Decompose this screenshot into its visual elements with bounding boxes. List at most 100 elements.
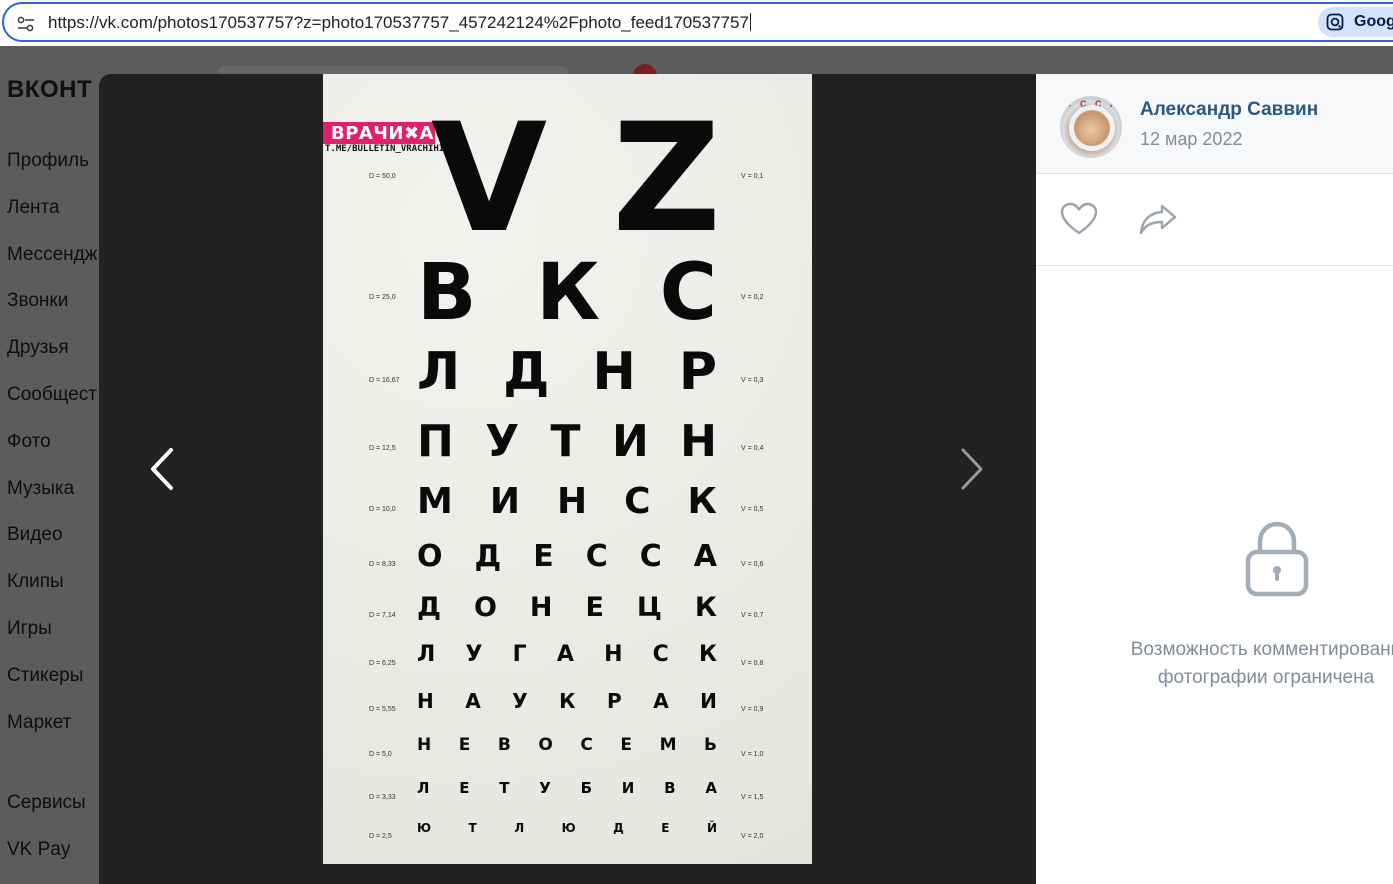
acuity-label: V = 0,8 (741, 660, 764, 667)
brand-link: T.ME/BULLETIN_VRACHIHI (325, 144, 445, 154)
chart-letters: ОДЕССА (417, 542, 717, 572)
chart-letter: С (659, 248, 717, 338)
sidebar-item-feed[interactable]: Лента (7, 197, 97, 244)
sidebar-item-messenger[interactable]: Мессендж (7, 244, 97, 291)
chart-letters: НАУКРАИ (417, 691, 717, 711)
avatar-helmet (1069, 105, 1115, 151)
chart-letter: И (611, 416, 649, 467)
chart-letter: Л (514, 821, 525, 835)
chart-letter: Й (706, 821, 717, 835)
avatar[interactable]: С С С Р (1060, 96, 1122, 158)
chart-letter: В (664, 779, 676, 797)
distance-label: D = 6,25 (369, 660, 396, 667)
sidebar-item-video[interactable]: Видео (7, 524, 97, 571)
lens-label: Goog (1354, 13, 1393, 30)
sidebar-item-calls[interactable]: Звонки (7, 290, 97, 337)
chart-letter: А (705, 779, 717, 797)
acuity-label: V = 1,0 (741, 751, 764, 758)
site-settings-icon[interactable] (16, 14, 36, 34)
distance-label: D = 12,5 (369, 445, 396, 452)
acuity-label: V = 0,4 (741, 445, 764, 452)
chart-letter: У (512, 689, 528, 713)
acuity-label: V = 0,2 (741, 294, 764, 301)
sidebar-item-photos[interactable]: Фото (7, 431, 97, 478)
chart-letters: ВКС (417, 254, 717, 332)
chart-letters: VZ (431, 104, 721, 254)
chart-letter: О (417, 539, 443, 574)
chart-letters: ЮТЛЮДЕЙ (417, 822, 717, 834)
sidebar-item-clips[interactable]: Клипы (7, 571, 97, 618)
distance-label: D = 25,0 (369, 294, 396, 301)
chart-letter: Т (550, 416, 581, 467)
lock-icon (1245, 521, 1309, 597)
chart-letter: К (694, 592, 717, 623)
chart-letter: К (699, 642, 717, 667)
distance-label: D = 5,55 (369, 706, 396, 713)
sidebar-item-friends[interactable]: Друзья (7, 337, 97, 384)
sidebar-item-vk-pay[interactable]: VK Pay (7, 839, 86, 884)
chart-letter: Д (417, 592, 442, 623)
chart-letter: С (652, 642, 669, 667)
chart-letter: Е (661, 821, 670, 835)
chart-letter: П (417, 416, 454, 467)
distance-label: D = 3,33 (369, 794, 396, 801)
chart-letters: ЛУГАНСК (417, 644, 717, 666)
chart-letter: К (687, 481, 717, 522)
chart-letter: К (559, 689, 576, 713)
chart-letters: МИНСК (417, 484, 717, 520)
sidebar-item-games[interactable]: Игры (7, 618, 97, 665)
distance-label: D = 16,67 (369, 377, 400, 384)
sidebar-item-services[interactable]: Сервисы (7, 792, 86, 839)
chart-letter: К (536, 248, 600, 338)
distance-label: D = 50,0 (369, 173, 396, 180)
acuity-label: V = 0,9 (741, 706, 764, 713)
google-lens-chip[interactable]: Goog (1318, 7, 1393, 37)
author-header: С С С Р Александр Саввин 12 мар 2022 (1036, 74, 1393, 174)
sidebar-item-profile[interactable]: Профиль (7, 150, 97, 197)
acuity-label: V = 1,5 (741, 794, 764, 801)
chart-letter: Л (417, 642, 436, 667)
heart-icon[interactable] (1060, 202, 1098, 236)
chevron-left-icon[interactable] (143, 444, 183, 494)
chart-letter: Ь (704, 735, 717, 755)
sidebar-item-communities[interactable]: Сообщест (7, 384, 97, 431)
chart-letter: Е (458, 735, 471, 755)
address-bar[interactable]: https://vk.com/photos170537757?z=photo17… (2, 2, 1393, 42)
photo-info-panel: С С С Р Александр Саввин 12 мар 2022 Воз… (1036, 74, 1393, 884)
sidebar-item-stickers[interactable]: Стикеры (7, 665, 97, 712)
chart-letter: С (585, 539, 608, 574)
chart-letter: И (700, 689, 717, 713)
text-caret (749, 13, 751, 31)
acuity-label: V = 0,6 (741, 561, 764, 568)
distance-label: D = 2,5 (369, 833, 392, 840)
chart-letter: Л (417, 342, 461, 402)
chart-letter: Ц (636, 592, 662, 623)
google-lens-icon (1326, 13, 1344, 31)
sidebar-nav: Профиль Лента Мессендж Звонки Друзья Соо… (7, 150, 97, 758)
share-icon[interactable] (1138, 202, 1178, 236)
author-name[interactable]: Александр Саввин (1140, 99, 1318, 121)
comments-restricted-notice: Возможность комментировани фотографии ог… (1076, 636, 1393, 692)
chart-letter: Н (604, 642, 623, 667)
sidebar-item-music[interactable]: Музыка (7, 478, 97, 525)
sidebar-item-market[interactable]: Маркет (7, 712, 97, 759)
chart-letter: Л (417, 779, 430, 797)
distance-label: D = 10,0 (369, 506, 396, 513)
brand-logo: ВРАЧИ✖А (323, 122, 435, 144)
chart-letters: ДОНЕЦК (417, 594, 717, 621)
chart-letter: А (693, 539, 717, 574)
chart-letter: Н (680, 416, 717, 467)
distance-label: D = 7,14 (369, 612, 396, 619)
chart-letter: Р (607, 689, 622, 713)
acuity-label: V = 0,5 (741, 506, 764, 513)
chevron-right-icon[interactable] (951, 444, 991, 494)
chart-letter: Б (580, 779, 593, 797)
url-text[interactable]: https://vk.com/photos170537757?z=photo17… (48, 13, 751, 33)
photo-stage[interactable]: ВРАЧИ✖А T.ME/BULLETIN_VRACHIHI D = 50,0 V… (99, 74, 1036, 884)
photo-actions (1036, 174, 1393, 266)
chart-letter: М (417, 481, 453, 522)
vk-logo[interactable]: ВКОНТ (7, 76, 92, 104)
sidebar-nav-bottom: Сервисы VK Pay (7, 792, 86, 884)
eye-chart-photo[interactable]: ВРАЧИ✖А T.ME/BULLETIN_VRACHIHI D = 50,0 V… (323, 74, 812, 864)
chart-letter: С (624, 481, 651, 522)
